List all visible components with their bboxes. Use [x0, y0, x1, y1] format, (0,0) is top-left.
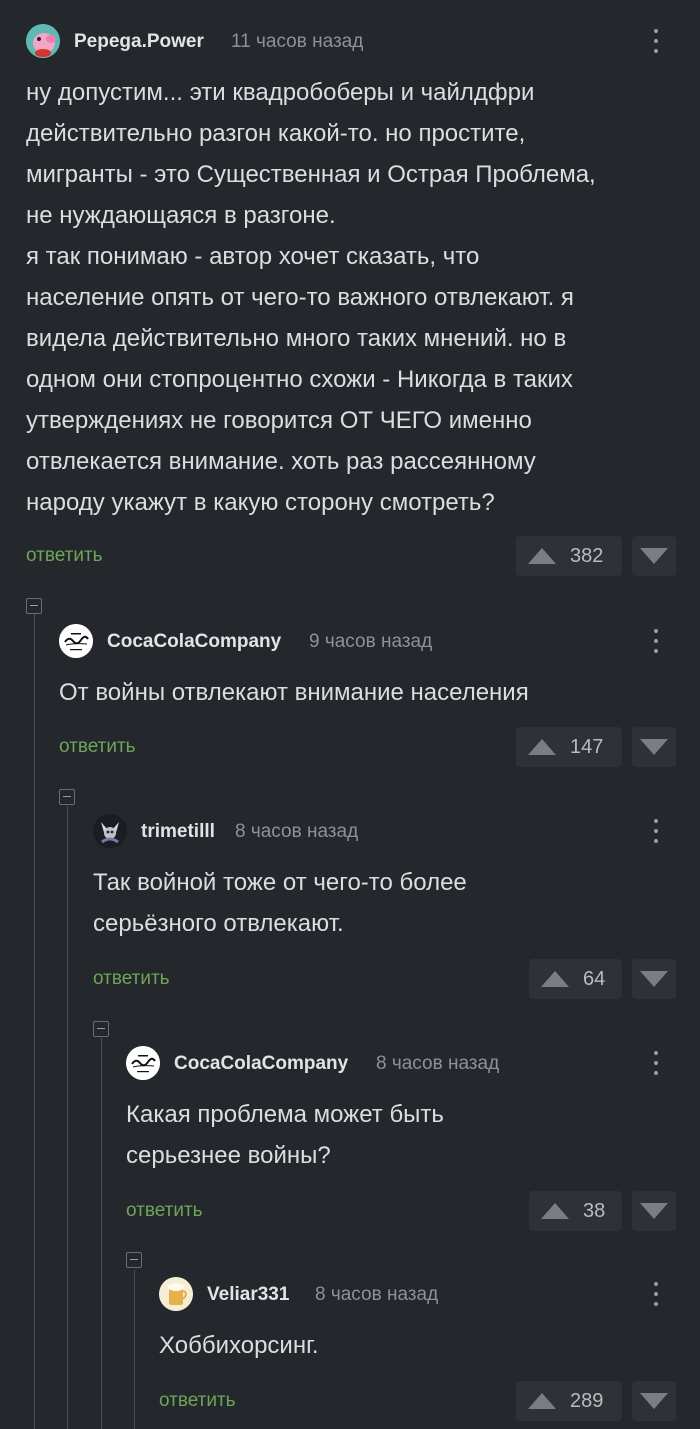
downvote-button[interactable] [632, 536, 676, 576]
thread-line [101, 1038, 102, 1429]
up-arrow-icon [528, 1393, 556, 1409]
more-options-icon[interactable] [646, 1049, 666, 1077]
downvote-button[interactable] [632, 959, 676, 999]
reply-button[interactable]: ответить [59, 736, 136, 758]
thread-line [34, 614, 35, 1429]
comment: Pepega.Power 11 часов назад ну допустим.… [26, 21, 700, 581]
more-options-icon[interactable] [646, 1280, 666, 1308]
comment-text: Какая проблема может быть серьезнее войн… [126, 1101, 444, 1169]
comment-time: 8 часов назад [376, 1053, 500, 1074]
upvote-button[interactable]: 147 [516, 727, 622, 767]
comment-header: Pepega.Power 11 часов назад [26, 21, 700, 61]
comment: Veliar331 8 часов назад Хоббихорсинг. от… [159, 1274, 700, 1429]
comment-text: Так войной тоже от чего-то более серьёзн… [93, 869, 467, 937]
reply-button[interactable]: ответить [26, 545, 103, 567]
comment-text: От войны отвлекают внимание населения [59, 679, 529, 706]
down-arrow-icon [640, 1393, 668, 1409]
thread-line [67, 806, 68, 1429]
downvote-button[interactable] [632, 1381, 676, 1421]
up-arrow-icon [528, 739, 556, 755]
comment-time: 9 часов назад [309, 631, 433, 652]
down-arrow-icon [640, 1203, 668, 1219]
comment-time: 8 часов назад [315, 1284, 439, 1305]
rating-controls: 382 [516, 536, 676, 576]
comment-text: ну допустим... эти квадробоберы и чайлдф… [26, 79, 596, 516]
peppa-pig-avatar[interactable] [26, 24, 60, 58]
collapse-thread-button[interactable] [26, 598, 42, 614]
downvote-button[interactable] [632, 1191, 676, 1231]
rating-count: 64 [583, 968, 606, 990]
dark-character-avatar[interactable] [93, 814, 127, 848]
downvote-button[interactable] [632, 727, 676, 767]
down-arrow-icon [640, 548, 668, 564]
comment-time: 11 часов назад [231, 31, 364, 52]
upvote-button[interactable]: 38 [529, 1191, 622, 1231]
collapse-thread-button[interactable] [126, 1252, 142, 1268]
rating-controls: 38 [529, 1191, 676, 1231]
rating-controls: 147 [516, 727, 676, 767]
username[interactable]: Veliar331 [207, 1284, 289, 1306]
username[interactable]: trimetilll [141, 821, 215, 843]
rating-count: 289 [570, 1390, 604, 1412]
comment-time: 8 часов назад [235, 821, 359, 842]
up-arrow-icon [528, 548, 556, 564]
down-arrow-icon [640, 739, 668, 755]
up-arrow-icon [541, 971, 569, 987]
comment: CocaColaCompany 9 часов назад От войны о… [59, 621, 700, 771]
rating-count: 147 [570, 736, 604, 758]
comment-header: CocaColaCompany 9 часов назад [59, 621, 700, 661]
comment-header: CocaColaCompany 8 часов назад [126, 1043, 700, 1083]
up-arrow-icon [541, 1203, 569, 1219]
reply-button[interactable]: ответить [159, 1390, 236, 1412]
thread-line [134, 1270, 135, 1429]
collapse-thread-button[interactable] [93, 1021, 109, 1037]
more-options-icon[interactable] [646, 817, 666, 845]
comment: trimetilll 8 часов назад Так войной тоже… [93, 811, 700, 1011]
username[interactable]: Pepega.Power [74, 31, 204, 53]
comment-header: trimetilll 8 часов назад [93, 811, 700, 851]
comment-text: Хоббихорсинг. [159, 1332, 319, 1359]
username[interactable]: CocaColaCompany [174, 1053, 348, 1075]
upvote-button[interactable]: 64 [529, 959, 622, 999]
down-arrow-icon [640, 971, 668, 987]
collapse-thread-button[interactable] [59, 789, 75, 805]
comment: CocaColaCompany 8 часов назад Какая проб… [126, 1043, 700, 1243]
rating-controls: 289 [516, 1381, 676, 1421]
reply-button[interactable]: ответить [93, 968, 170, 990]
rating-count: 38 [583, 1200, 606, 1222]
username[interactable]: CocaColaCompany [107, 631, 281, 653]
upvote-button[interactable]: 289 [516, 1381, 622, 1421]
more-options-icon[interactable] [646, 27, 666, 55]
rating-controls: 64 [529, 959, 676, 999]
reply-button[interactable]: ответить [126, 1200, 203, 1222]
upvote-button[interactable]: 382 [516, 536, 622, 576]
comment-header: Veliar331 8 часов назад [159, 1274, 700, 1314]
beer-glass-avatar[interactable] [159, 1277, 193, 1311]
rating-count: 382 [570, 545, 604, 567]
coca-cola-logo-avatar[interactable] [59, 624, 93, 658]
more-options-icon[interactable] [646, 627, 666, 655]
coca-cola-logo-avatar[interactable] [126, 1046, 160, 1080]
